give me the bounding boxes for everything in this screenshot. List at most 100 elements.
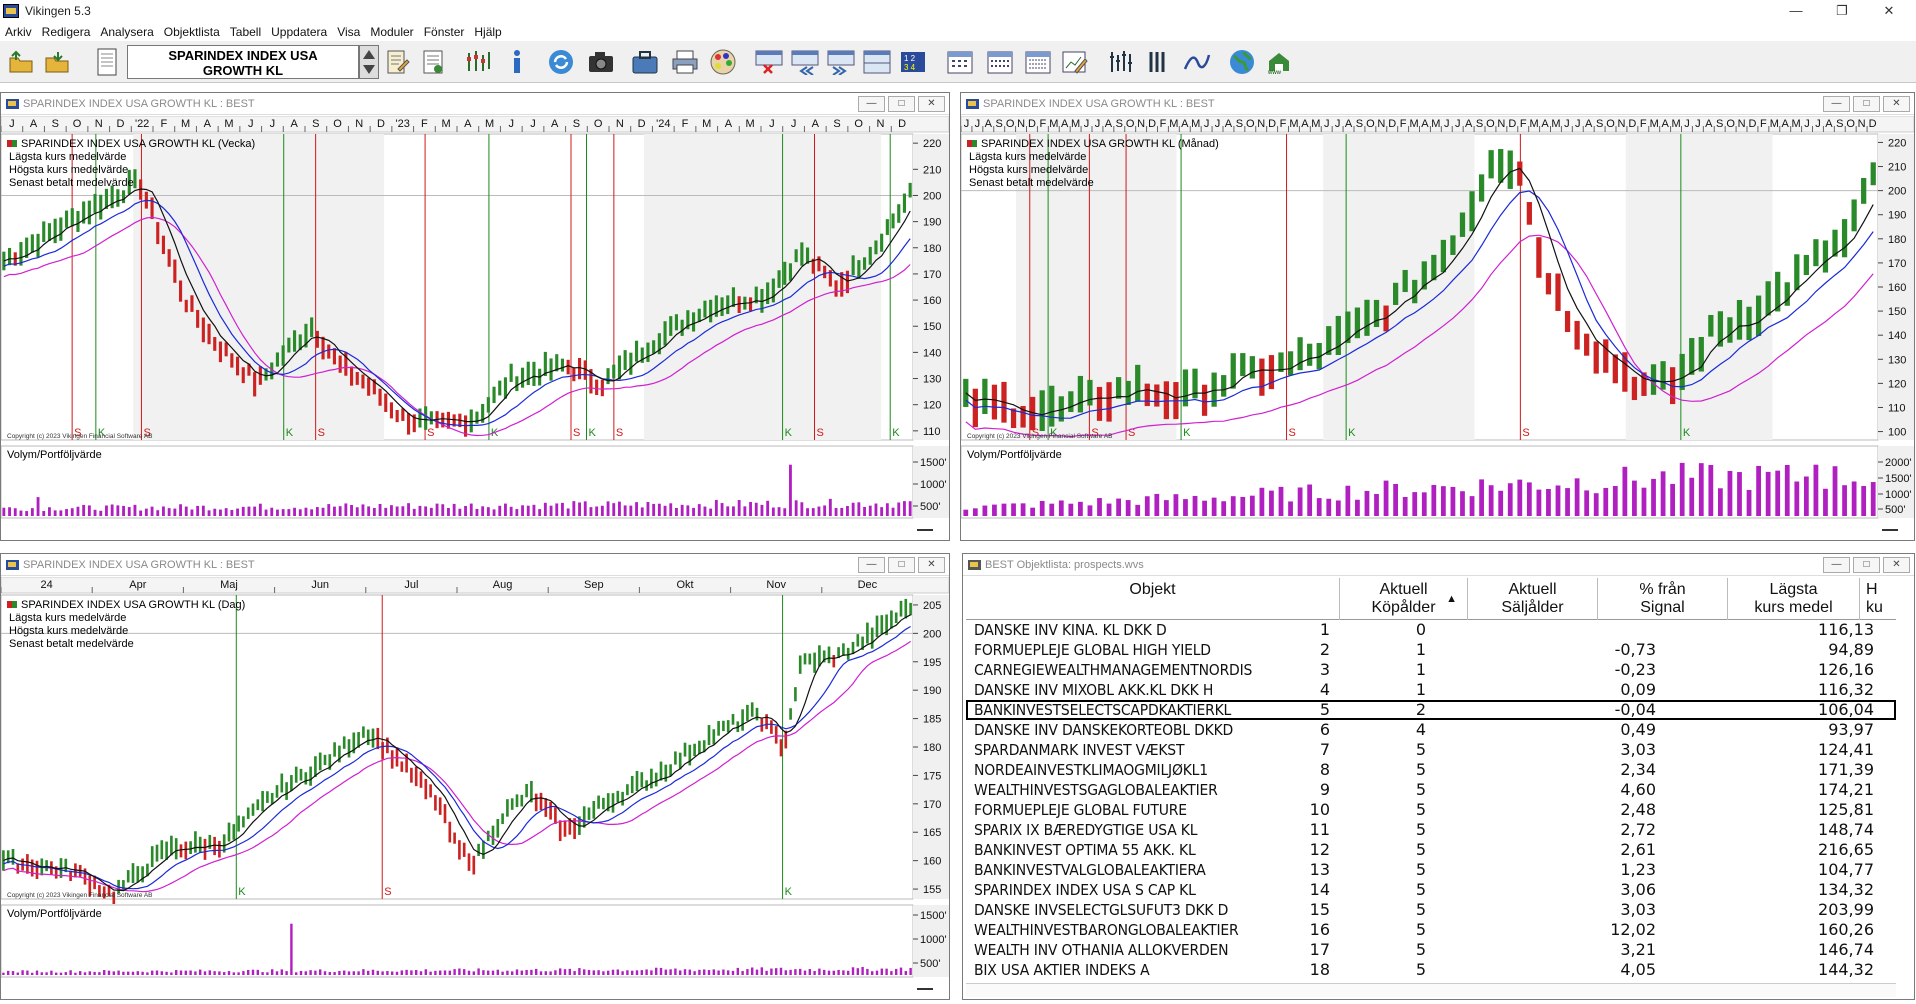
- menu-redigera[interactable]: Redigera: [37, 25, 96, 39]
- volume-bar: [664, 969, 667, 975]
- close-icon[interactable]: ✕: [918, 96, 945, 112]
- col-lagsta[interactable]: Lägsta kurs medel: [1728, 578, 1860, 620]
- table-row[interactable]: WEALTHINVESTBARONGLOBALEAKTIER 16 5 12,02 16…: [966, 920, 1896, 940]
- list-check-icon[interactable]: [419, 47, 449, 77]
- table-row[interactable]: DANSKE INV MIXOBL AKK.KL DKK H 4 1 0,09 116,…: [966, 680, 1896, 700]
- volume-bar: [93, 971, 96, 975]
- delete-window-icon[interactable]: [754, 47, 784, 77]
- minimize-icon[interactable]: —: [1773, 0, 1819, 22]
- horizontal-scrollbar[interactable]: [966, 983, 1896, 997]
- weekly-chart[interactable]: J A S O N D '22 F M A M J J A S O N D '23 F M A M J J A S O N D '24 F M A…: [1, 116, 949, 540]
- info-icon[interactable]: [502, 47, 532, 77]
- chart-window-monthly[interactable]: SPARINDEX INDEX USA GROWTH KL : BEST — □ ✕…: [960, 92, 1915, 541]
- menu-objektlista[interactable]: Objektlista: [159, 25, 225, 39]
- menu-fönster[interactable]: Fönster: [419, 25, 470, 39]
- table-row[interactable]: BIX USA AKTIER INDEKS A 18 5 4,05 144,32: [966, 960, 1896, 980]
- close-icon[interactable]: ✕: [1866, 0, 1912, 22]
- menu-arkiv[interactable]: Arkiv: [0, 25, 37, 39]
- table-row[interactable]: FORMUEPLEJE GLOBAL FUTURE 10 5 2,48 125,81: [966, 800, 1896, 820]
- briefcase-icon[interactable]: [630, 47, 660, 77]
- minimize-icon[interactable]: —: [858, 96, 885, 112]
- tile-window-icon[interactable]: [862, 47, 892, 77]
- camera-icon[interactable]: [586, 47, 616, 77]
- menu-tabell[interactable]: Tabell: [225, 25, 266, 39]
- candle-chart-icon[interactable]: [463, 47, 493, 77]
- table-row[interactable]: DANSKE INV KINA. KL DKK D 1 0 116,13: [966, 620, 1896, 640]
- col-hogsta[interactable]: Hku: [1860, 578, 1896, 620]
- volume-bar: [1288, 501, 1293, 516]
- maximize-icon[interactable]: □: [1853, 557, 1880, 573]
- maximize-icon[interactable]: □: [1853, 96, 1880, 112]
- edit-chart-icon[interactable]: [1060, 47, 1090, 77]
- www-update-icon[interactable]: www: [1265, 47, 1295, 77]
- minimize-icon[interactable]: —: [858, 557, 885, 573]
- table-row[interactable]: FORMUEPLEJE GLOBAL HIGH YIELD 2 1 -0,73 94,8…: [966, 640, 1896, 660]
- close-icon[interactable]: ✕: [1883, 96, 1910, 112]
- cell-proc: 3,21: [1620, 940, 1656, 959]
- close-icon[interactable]: ✕: [1883, 557, 1910, 573]
- volume-bar: [69, 970, 72, 975]
- object-selector[interactable]: SPARINDEX INDEX USA GROWTH KL: [127, 45, 359, 79]
- menu-visa[interactable]: Visa: [332, 25, 365, 39]
- menu-uppdatera[interactable]: Uppdatera: [266, 25, 332, 39]
- table-row[interactable]: SPARINDEX INDEX USA S CAP KL 14 5 3,06 134,3…: [966, 880, 1896, 900]
- object-name-line1: SPARINDEX INDEX USA: [168, 48, 318, 63]
- volume-bar: [184, 506, 188, 516]
- menu-analysera[interactable]: Analysera: [95, 25, 158, 39]
- globe-icon[interactable]: [1227, 47, 1257, 77]
- col-kopalder[interactable]: Aktuell Köpålder ▲: [1340, 578, 1468, 620]
- palette-icon[interactable]: [708, 47, 738, 77]
- menu-moduler[interactable]: Moduler: [365, 25, 418, 39]
- table-row[interactable]: BANKINVESTSELECTSCAPDKAKTIERKL 5 2 -0,04 106…: [966, 700, 1896, 720]
- maximize-icon[interactable]: □: [888, 557, 915, 573]
- minimize-icon[interactable]: —: [1823, 96, 1850, 112]
- volume-bar: [566, 508, 570, 516]
- maximize-icon[interactable]: □: [888, 96, 915, 112]
- restore-icon[interactable]: ❐: [1819, 0, 1865, 22]
- table-row[interactable]: BANKINVEST OPTIMA 55 AKK. KL 12 5 2,61 216,6…: [966, 840, 1896, 860]
- table-row[interactable]: DANSKE INVSELECTGLSUFUT3 DKK D 15 5 3,03 203…: [966, 900, 1896, 920]
- calendar-month-icon[interactable]: [1023, 47, 1053, 77]
- calendar-icon[interactable]: [945, 47, 975, 77]
- table-row[interactable]: CARNEGIEWEALTHMANAGEMENTNORDIS 3 1 -0,23 126…: [966, 660, 1896, 680]
- refresh-icon[interactable]: [546, 47, 576, 77]
- print-icon[interactable]: [670, 47, 700, 77]
- numbers-icon[interactable]: 1 23 4: [898, 47, 928, 77]
- volume-bar: [1183, 499, 1188, 516]
- edit-list-icon[interactable]: [383, 47, 413, 77]
- object-list-window[interactable]: BEST Objektlista: prospects.wvs — □ ✕ Obje…: [962, 553, 1915, 1000]
- volume-bar: [818, 968, 821, 975]
- close-icon[interactable]: ✕: [918, 557, 945, 573]
- monthly-chart[interactable]: JJASONDFMAMJJASONDFMAMJJASONDFMAMJJASOND…: [961, 116, 1914, 540]
- table-row[interactable]: SPARIX IX BÆREDYGTIGE USA KL 11 5 2,72 148,7…: [966, 820, 1896, 840]
- forward-window-icon[interactable]: [826, 47, 856, 77]
- notes-icon[interactable]: [92, 47, 122, 77]
- menu-hjälp[interactable]: Hjälp: [469, 25, 506, 39]
- time-label: F: [1400, 118, 1407, 130]
- table-row[interactable]: BANKINVESTVALGLOBALEAKTIERA 13 5 1,23 104,77: [966, 860, 1896, 880]
- calendar-week-icon[interactable]: [985, 47, 1015, 77]
- table-row[interactable]: DANSKE INV DANSKEKORTEOBL DKKD 6 4 0,49 93,9…: [966, 720, 1896, 740]
- bar-chart-icon[interactable]: [1106, 47, 1136, 77]
- volume-tick-label: 1000': [1885, 489, 1912, 501]
- col-saljalder[interactable]: Aktuell Säljålder: [1468, 578, 1598, 620]
- save-folder-icon[interactable]: [42, 47, 72, 77]
- table-row[interactable]: WEALTHINVESTSGAGLOBALEAKTIER 9 5 4,60 174,21: [966, 780, 1896, 800]
- columns-icon[interactable]: [1144, 47, 1174, 77]
- back-window-icon[interactable]: [790, 47, 820, 77]
- chart-window-weekly[interactable]: SPARINDEX INDEX USA GROWTH KL : BEST — □ ✕…: [0, 92, 950, 541]
- object-spinner[interactable]: [359, 45, 379, 79]
- table-row[interactable]: WEALTH INV OTHANIA ALLOKVERDEN 17 5 3,21 146…: [966, 940, 1896, 960]
- col-objekt[interactable]: Objekt: [966, 578, 1340, 620]
- open-folder-icon[interactable]: [6, 47, 36, 77]
- daily-chart[interactable]: 24 Apr Maj Jun Jul Aug Sep Okt Nov Dec 205 200 195 19…: [1, 577, 949, 999]
- minimize-icon[interactable]: —: [1823, 557, 1850, 573]
- col-proc-signal[interactable]: % från Signal: [1598, 578, 1728, 620]
- signal-label: K: [238, 886, 246, 898]
- table-row[interactable]: SPARDANMARK INVEST VÆKST 7 5 3,03 124,41: [966, 740, 1896, 760]
- line-chart-icon[interactable]: [1182, 47, 1212, 77]
- chart-window-daily[interactable]: SPARINDEX INDEX USA GROWTH KL : BEST — □ ✕…: [0, 553, 950, 1000]
- volume-bar: [424, 969, 427, 975]
- cell-name: WEALTHINVESTBARONGLOBALEAKTIER: [974, 921, 1239, 939]
- table-row[interactable]: NORDEAINVESTKLIMAOGMILJØKL1 8 5 2,34 171,39: [966, 760, 1896, 780]
